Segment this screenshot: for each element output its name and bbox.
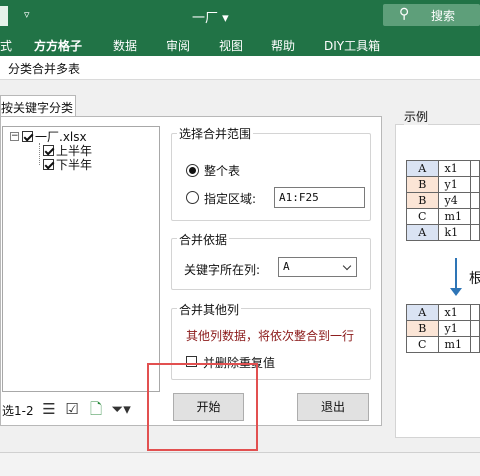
chevron-down-icon — [342, 261, 352, 271]
table-row: B y4 — [406, 192, 480, 209]
table-row: C m1 — [406, 208, 480, 225]
tree-item-sheet[interactable]: 上半年 — [43, 144, 92, 158]
dialog-title: 分类合并多表 — [8, 62, 81, 76]
list-icon[interactable]: ☰ — [40, 400, 58, 418]
area-input[interactable]: A1:F25 — [274, 187, 365, 208]
table-cell: x1 — [437, 160, 472, 177]
search-icon: ⚲ — [399, 6, 410, 22]
tab-help[interactable]: 帮助 — [271, 37, 295, 54]
basis-group-title: 合并依据 — [177, 231, 230, 248]
filter-dropdown-icon[interactable]: ⏷▾ — [109, 400, 133, 418]
example-side-text: 根 — [469, 271, 480, 287]
tab-fangfang[interactable]: 方方格子 — [34, 37, 82, 54]
table-cell — [470, 176, 480, 193]
check-all-icon[interactable]: ☑ — [63, 400, 81, 418]
checkbox-checked-icon[interactable] — [22, 131, 33, 142]
radio-specific-area-label: 指定区域: — [204, 192, 257, 206]
table-cell — [470, 224, 480, 241]
table-cell — [470, 208, 480, 225]
dialog-caption: 分类合并多表 — [0, 56, 480, 80]
radio-specific-area[interactable] — [186, 191, 199, 204]
ribbon-tabs: 式 方方格子 数据 审阅 视图 帮助 DIY工具箱 — [0, 32, 480, 56]
tab-by-keyword[interactable]: 按关键字分类 — [0, 95, 76, 117]
tab-diy-toolbox[interactable]: DIY工具箱 — [324, 37, 380, 54]
tab-by-keyword-label: 按关键字分类 — [1, 101, 74, 115]
other-columns-group-title: 合并其他列 — [177, 301, 242, 318]
table-row: B y1 — [406, 320, 480, 337]
tree-item-label: 下半年 — [56, 158, 93, 172]
table-cell: A — [406, 224, 439, 241]
checkbox-checked-icon[interactable] — [43, 159, 54, 170]
table-cell: m1 — [437, 336, 472, 353]
example-after-table: A x1 B y1 C m1 — [406, 304, 480, 353]
table-cell: A — [406, 304, 439, 321]
status-bar — [0, 452, 480, 476]
search-label: 搜索 — [431, 9, 456, 23]
table-cell — [470, 192, 480, 209]
table-row: A x1 — [406, 160, 480, 177]
tab-view[interactable]: 视图 — [219, 37, 243, 54]
table-cell: y1 — [437, 176, 472, 193]
key-column-label: 关键字所在列: — [184, 263, 261, 277]
tree-item-sheet[interactable]: 下半年 — [43, 158, 92, 172]
exit-button[interactable]: 退出 — [297, 393, 369, 421]
range-group-title: 选择合并范围 — [177, 125, 254, 142]
table-cell — [470, 304, 480, 321]
table-cell: m1 — [437, 208, 472, 225]
document-title[interactable]: 一厂 ▾ — [192, 7, 229, 26]
table-row: B y1 — [406, 176, 480, 193]
add-file-icon[interactable]: 🗋 — [87, 400, 105, 418]
tree-item-workbook[interactable]: 一厂.xlsx — [22, 130, 87, 144]
tab-review[interactable]: 审阅 — [166, 37, 190, 54]
key-column-select[interactable]: A — [278, 257, 357, 277]
search-box[interactable]: ⚲ 搜索 — [383, 4, 480, 26]
radio-whole-sheet[interactable] — [186, 164, 199, 177]
highlight-rectangle — [147, 363, 258, 451]
table-cell: B — [406, 176, 439, 193]
table-row: A k1 — [406, 224, 480, 241]
table-row: C m1 — [406, 336, 480, 353]
arrow-down-icon — [450, 258, 462, 296]
title-bar: ▿ 一厂 ▾ ⚲ 搜索 — [0, 0, 480, 32]
table-cell: B — [406, 192, 439, 209]
table-row: A x1 — [406, 304, 480, 321]
radio-whole-sheet-label: 整个表 — [204, 164, 241, 178]
excel-logo-icon — [0, 6, 8, 26]
table-cell: y4 — [437, 192, 472, 209]
table-cell: A — [406, 160, 439, 177]
table-cell: C — [406, 336, 439, 353]
other-columns-note: 其他列数据，将依次整合到一行 — [186, 329, 355, 343]
quick-access-dropdown-icon[interactable]: ▿ — [24, 8, 30, 21]
key-column-value: A — [283, 260, 290, 273]
tab-format[interactable]: 式 — [0, 37, 12, 54]
tab-data[interactable]: 数据 — [113, 37, 137, 54]
table-cell: C — [406, 208, 439, 225]
checkbox-checked-icon[interactable] — [43, 145, 54, 156]
example-before-table: A x1 B y1 B y4 C m1 A k1 — [406, 160, 480, 241]
table-cell — [470, 320, 480, 337]
table-cell — [470, 160, 480, 177]
table-cell: B — [406, 320, 439, 337]
table-cell: y1 — [437, 320, 472, 337]
tree-item-label: 一厂.xlsx — [35, 130, 87, 144]
tree-item-label: 上半年 — [56, 144, 93, 158]
selection-count: 选1-2 — [2, 404, 34, 418]
table-cell — [470, 336, 480, 353]
table-cell: k1 — [437, 224, 472, 241]
tree-connector — [39, 143, 40, 165]
table-cell: x1 — [437, 304, 472, 321]
example-title: 示例 — [404, 108, 429, 125]
tree-collapse-icon[interactable]: − — [10, 132, 19, 141]
